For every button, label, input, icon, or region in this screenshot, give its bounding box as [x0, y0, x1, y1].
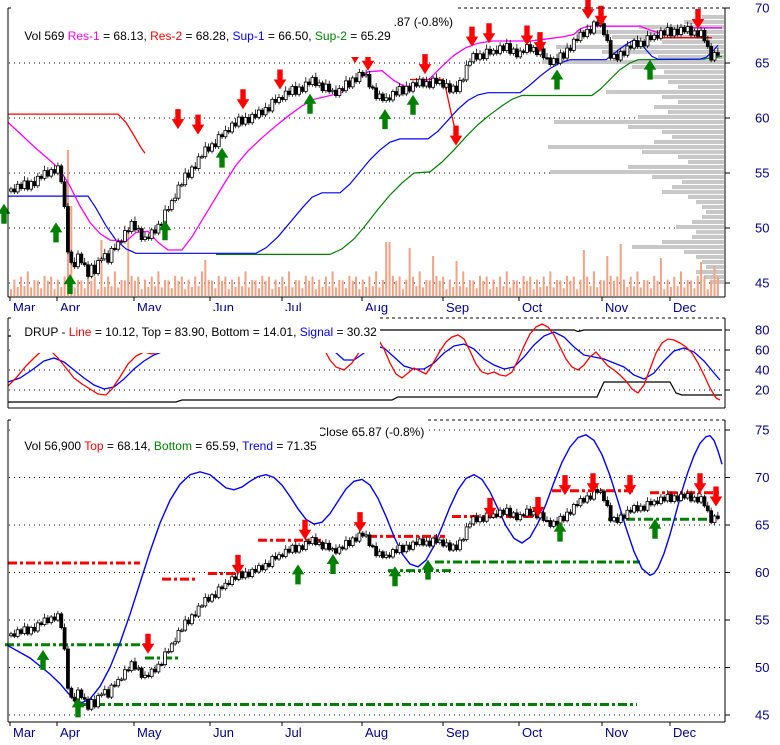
svg-text:50: 50: [755, 221, 769, 236]
svg-text:Jun: Jun: [213, 725, 234, 740]
svg-text:Nov: Nov: [605, 725, 629, 740]
oscillator-mid-text: = 10.12, Top = 83.90, Bottom = 14.01,: [91, 325, 300, 339]
svg-text:50: 50: [755, 660, 769, 675]
svg-text:60: 60: [755, 565, 769, 580]
svg-text:70: 70: [755, 1, 769, 16]
stock-chart-window: 70 65 60 55 50 45 Mar Apr May Jun Jul Aug Sep Oct Nov D…: [0, 0, 780, 745]
svg-text:Mar: Mar: [13, 725, 36, 740]
trend-value: = 71.35: [273, 439, 317, 453]
bottom-level-value: = 65.59,: [191, 439, 243, 453]
svg-text:65: 65: [755, 56, 769, 71]
svg-text:75: 75: [755, 423, 769, 438]
panel3-header-line2: Vol 56,900 Top = 68.14, Bottom = 65.59, …: [11, 425, 320, 467]
sup1-value: = 66.50,: [264, 29, 315, 43]
svg-text:Dec: Dec: [673, 725, 697, 740]
svg-text:Aug: Aug: [365, 725, 388, 740]
panel3-volume-text: Vol 56,900: [24, 439, 85, 453]
trend-label: Trend: [242, 439, 273, 453]
svg-text:40: 40: [755, 363, 769, 378]
panel1-volume-text: Vol 569: [24, 29, 68, 43]
svg-text:Nov: Nov: [605, 300, 629, 315]
panel1-header-line2: Vol 569 Res-1 = 68.13, Res-2 = 68.28, Su…: [11, 15, 394, 57]
top-level-value: = 68.14,: [103, 439, 154, 453]
svg-text:55: 55: [755, 613, 769, 628]
oscillator-signal-value: = 30.32: [333, 325, 377, 339]
svg-text:45: 45: [755, 276, 769, 291]
svg-text:Oct: Oct: [522, 300, 543, 315]
bottom-level-label: Bottom: [153, 439, 192, 453]
sup1-label: Sup-1: [232, 29, 265, 43]
svg-text:Apr: Apr: [60, 725, 81, 740]
svg-text:70: 70: [755, 470, 769, 485]
chart-canvas: 70 65 60 55 50 45 Mar Apr May Jun Jul Aug Sep Oct Nov D…: [0, 0, 769, 740]
svg-text:May: May: [137, 725, 162, 740]
svg-text:60: 60: [755, 111, 769, 126]
svg-text:20: 20: [755, 383, 769, 398]
svg-text:Sep: Sep: [446, 725, 469, 740]
sup2-label: Sup-2: [314, 29, 347, 43]
panel2-header: DRUP - Line = 10.12, Top = 83.90, Bottom…: [11, 311, 380, 353]
svg-text:Dec: Dec: [673, 300, 697, 315]
sup2-value: = 65.29: [346, 29, 391, 43]
panel2-symbol: DRUP -: [24, 325, 69, 339]
res1-label: Res-1: [67, 29, 100, 43]
svg-text:Oct: Oct: [522, 725, 543, 740]
oscillator-line-label: Line: [68, 325, 92, 339]
res2-label: Res-2: [150, 29, 183, 43]
svg-text:45: 45: [755, 708, 769, 723]
svg-text:Sep: Sep: [446, 300, 469, 315]
svg-text:55: 55: [755, 166, 769, 181]
res1-value: = 68.13,: [99, 29, 151, 43]
res2-value: = 68.28,: [182, 29, 233, 43]
svg-text:65: 65: [755, 518, 769, 533]
svg-text:Jul: Jul: [285, 725, 302, 740]
svg-text:60: 60: [755, 343, 769, 358]
oscillator-signal-label: Signal: [299, 325, 334, 339]
svg-text:80: 80: [755, 323, 769, 338]
top-level-label: Top: [84, 439, 104, 453]
